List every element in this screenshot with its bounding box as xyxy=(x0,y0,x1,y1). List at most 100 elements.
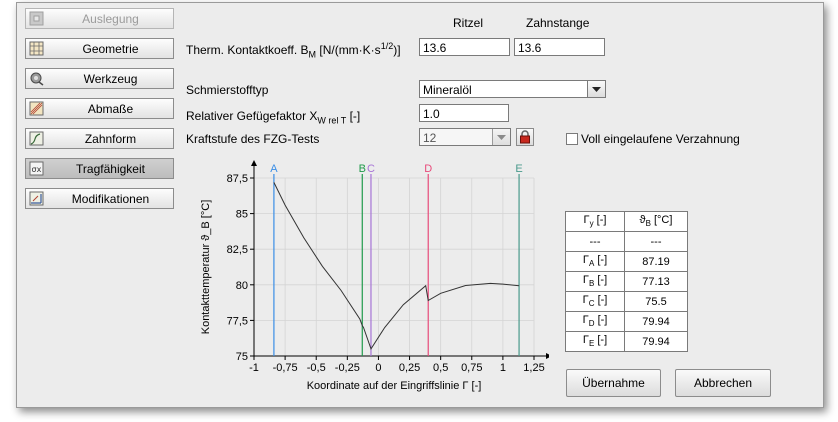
row-sub: A xyxy=(588,259,595,269)
table-cell: 77.13 xyxy=(624,271,688,292)
gamma-unit: [-] xyxy=(596,214,607,227)
sidebar-item-label: Tragfähigkeit xyxy=(76,162,145,176)
dimension-icon xyxy=(29,101,44,116)
table-row: ΓE [-] 79.94 xyxy=(565,331,688,352)
table-cell: ΓB [-] xyxy=(565,271,625,292)
table-row: ΓD [-] 79.94 xyxy=(565,311,688,332)
row-unit: [-] xyxy=(597,274,608,287)
table-header-gamma: Γy [-] xyxy=(565,211,625,232)
temperature-chart: -1 -0,75 -0,5 -0,25 0 0,25 0,5 0,75 1 1,25 75 77,5 8… xyxy=(200,160,549,392)
column-header-zahnstange: Zahnstange xyxy=(526,16,590,30)
row-sub: B xyxy=(588,279,595,289)
load-stage-label: Kraftstufe des FZG-Tests xyxy=(186,132,320,146)
sidebar-item-abmasse[interactable]: Abmaße xyxy=(25,98,174,119)
table-header-theta: ϑB [°C] xyxy=(624,211,688,232)
x-tick-label: -1 xyxy=(249,362,259,374)
table-cell: --- xyxy=(565,231,625,252)
x-tick-label: 0,5 xyxy=(433,362,448,374)
structure-factor-sub: W rel T xyxy=(317,115,347,126)
row-sub: D xyxy=(588,319,595,329)
chevron-down-icon[interactable] xyxy=(587,81,605,97)
svg-text:σx: σx xyxy=(32,165,42,174)
y-axis-arrow xyxy=(251,160,257,166)
sidebar-item-label: Auslegung xyxy=(82,12,139,26)
theta-unit: [°C] xyxy=(653,214,673,227)
lock-button[interactable] xyxy=(516,128,534,146)
load-stage-select[interactable]: 12 xyxy=(419,128,511,146)
sidebar-item-auslegung[interactable]: Auslegung xyxy=(25,8,174,29)
table-cell: ΓE [-] xyxy=(565,331,625,352)
modification-icon xyxy=(29,191,44,206)
marker-label-c: C xyxy=(367,163,375,175)
x-tick-label: -0,5 xyxy=(307,362,326,374)
table-cell: ΓA [-] xyxy=(565,251,625,272)
y-tick-label: 87,5 xyxy=(227,173,248,185)
therm-label-text: Therm. Kontaktkoeff. B xyxy=(186,43,309,57)
sidebar-item-geometrie[interactable]: Geometrie xyxy=(25,38,174,59)
gamma-sub: y xyxy=(589,219,594,229)
table-cell: 75.5 xyxy=(624,291,688,312)
sidebar-item-label: Zahnform xyxy=(84,132,137,146)
x-tick-label: 0 xyxy=(375,362,381,374)
sidebar-item-label: Werkzeug xyxy=(83,72,138,86)
table-cell: ΓD [-] xyxy=(565,311,625,332)
lubricant-type-label: Schmierstofftyp xyxy=(186,83,269,97)
x-tick-label: -0,75 xyxy=(273,362,298,374)
sidebar-item-tragfaehigkeit[interactable]: σx Tragfähigkeit xyxy=(25,158,174,179)
y-axis-label: Kontakttemperatur ϑ_B [°C] xyxy=(200,200,212,335)
tooth-form-icon xyxy=(29,131,44,146)
table-cell: ΓC [-] xyxy=(565,291,625,312)
fully-run-in-label: Voll eingelaufene Verzahnung xyxy=(581,132,740,146)
x-tick-label: 1,25 xyxy=(523,362,544,374)
y-tick-label: 77,5 xyxy=(227,315,248,327)
contact-temperature-table: Γy [-] ϑB [°C] --- --- ΓA [-] 87.19 ΓB [… xyxy=(565,211,688,352)
chevron-down-icon[interactable] xyxy=(492,129,510,145)
sidebar-item-zahnform[interactable]: Zahnform xyxy=(25,128,174,149)
sidebar: Auslegung Geometrie Werkzeug Abmaße Zahn… xyxy=(25,8,174,218)
apply-button[interactable]: Übernahme xyxy=(566,369,661,397)
therm-unit-a: [N/(mm·K·s xyxy=(319,43,381,57)
row-unit: [-] xyxy=(597,254,608,267)
structure-factor-text: Relativer Gefügefaktor X xyxy=(186,109,318,123)
marker-label-a: A xyxy=(270,163,278,175)
sidebar-item-label: Modifikationen xyxy=(71,192,150,206)
therm-unit-sup: 1/2 xyxy=(380,41,394,51)
marker-label-b: B xyxy=(359,163,366,175)
structure-factor-label: Relativer Gefügefaktor XW rel T [-] xyxy=(186,109,360,125)
structure-factor-input[interactable]: 1.0 xyxy=(419,104,509,122)
y-tick-label: 80 xyxy=(236,280,248,292)
x-tick-label: 1 xyxy=(500,362,506,374)
dialog-window: Auslegung Geometrie Werkzeug Abmaße Zahn… xyxy=(16,2,824,408)
lock-icon xyxy=(520,130,530,144)
series-line xyxy=(273,182,520,351)
cancel-button[interactable]: Abbrechen xyxy=(675,369,771,397)
sidebar-item-werkzeug[interactable]: Werkzeug xyxy=(25,68,174,89)
x-axis-label: Koordinate auf der Eingriffslinie Γ [-] xyxy=(307,380,482,392)
x-tick-label: 0,75 xyxy=(461,362,482,374)
row-unit: [-] xyxy=(597,334,608,347)
y-tick-label: 85 xyxy=(236,209,248,221)
row-sub: E xyxy=(588,339,595,349)
y-tick-label: 82,5 xyxy=(227,244,248,256)
therm-ritzel-input[interactable]: 13.6 xyxy=(419,38,510,56)
x-tick-label: 0,25 xyxy=(399,362,420,374)
sidebar-item-label: Geometrie xyxy=(82,42,139,56)
table-units-row: --- --- xyxy=(565,231,688,252)
row-unit: [-] xyxy=(597,314,608,327)
table-cell: 87.19 xyxy=(624,251,688,272)
therm-zahnstange-input[interactable]: 13.6 xyxy=(514,38,605,56)
sidebar-item-label: Abmaße xyxy=(87,102,134,116)
therm-unit-b: )] xyxy=(393,43,401,57)
therm-label-sub: M xyxy=(308,49,317,60)
sidebar-item-modifikationen[interactable]: Modifikationen xyxy=(25,188,174,209)
lubricant-type-select[interactable]: Mineralöl xyxy=(419,80,606,98)
lubricant-type-value: Mineralöl xyxy=(423,83,472,97)
table-cell: 79.94 xyxy=(624,311,688,332)
fully-run-in-checkbox[interactable] xyxy=(566,133,578,145)
grid-icon xyxy=(29,41,44,56)
column-header-ritzel: Ritzel xyxy=(453,16,484,30)
table-row: ΓB [-] 77.13 xyxy=(565,271,688,292)
x-axis-arrow xyxy=(546,353,549,359)
table-cell: --- xyxy=(624,231,688,252)
row-sub: C xyxy=(588,299,595,309)
